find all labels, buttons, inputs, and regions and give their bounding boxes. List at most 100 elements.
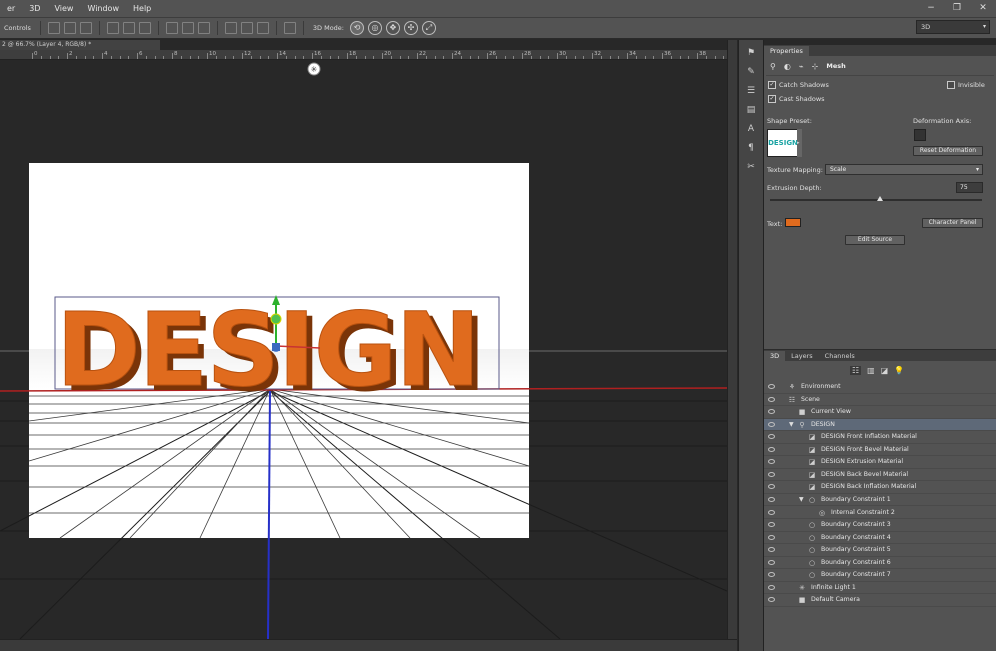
scene-tree-row[interactable]: ◪ DESIGN Extrusion Material: [764, 456, 996, 469]
workspace-select[interactable]: 3D ▾: [916, 20, 990, 34]
catch-shadows-checkbox[interactable]: ✓: [768, 81, 776, 89]
distribute-top-icon[interactable]: [165, 22, 178, 34]
character-panel-button[interactable]: Character Panel: [922, 218, 983, 228]
invisible-checkbox[interactable]: [947, 81, 955, 89]
cap-icon[interactable]: ⌁: [799, 62, 804, 71]
shape-preset-thumbnail[interactable]: DESIGN: [767, 129, 799, 157]
visibility-eye-icon[interactable]: [768, 471, 775, 477]
visibility-eye-icon[interactable]: [768, 421, 775, 427]
texture-mapping-select[interactable]: Scale ▾: [825, 164, 983, 175]
minimize-button[interactable]: −: [918, 0, 944, 17]
brush-preset-icon[interactable]: ✎: [744, 66, 758, 78]
visibility-eye-icon[interactable]: [768, 597, 775, 603]
tab-3d[interactable]: 3D: [764, 351, 786, 361]
slider-handle[interactable]: [877, 196, 883, 201]
align-left-icon[interactable]: [106, 22, 119, 34]
align-top-icon[interactable]: [47, 22, 60, 34]
visibility-eye-icon[interactable]: [768, 559, 775, 565]
scene-tree-row[interactable]: ◪ DESIGN Back Bevel Material: [764, 469, 996, 482]
character-icon[interactable]: A: [744, 123, 758, 135]
mesh-icon[interactable]: ⚲: [770, 62, 776, 71]
adjustments-icon[interactable]: ☰: [744, 85, 758, 97]
close-button[interactable]: ✕: [970, 0, 996, 17]
tab-properties[interactable]: Properties: [764, 46, 809, 56]
scene-tree-row[interactable]: ▼ ○ Boundary Constraint 1: [764, 494, 996, 507]
scene-tree-row[interactable]: ◎ Internal Constraint 2: [764, 507, 996, 519]
distribute-left-icon[interactable]: [224, 22, 237, 34]
auto-align-icon[interactable]: [283, 22, 296, 34]
menu-help[interactable]: Help: [126, 4, 158, 13]
visibility-eye-icon[interactable]: [768, 572, 775, 578]
align-vcenter-icon[interactable]: [63, 22, 76, 34]
scene-tree-row[interactable]: ○ Boundary Constraint 3: [764, 519, 996, 532]
deformation-axis-grid-icon[interactable]: [914, 129, 926, 141]
scene-tree-row[interactable]: ☷ Scene: [764, 394, 996, 407]
canvas-area[interactable]: DESIGN DESIGN ✳: [0, 61, 727, 639]
scene-tree-row[interactable]: ○ Boundary Constraint 6: [764, 557, 996, 570]
paragraph-icon[interactable]: ¶: [744, 142, 758, 154]
distribute-vcenter-icon[interactable]: [181, 22, 194, 34]
scene-tree-row[interactable]: ◪ DESIGN Back Inflation Material: [764, 481, 996, 494]
visibility-eye-icon[interactable]: [768, 484, 775, 490]
3d-viewport[interactable]: DESIGN DESIGN ✳: [0, 61, 727, 639]
cast-shadows-checkbox[interactable]: ✓: [768, 95, 776, 103]
visibility-eye-icon[interactable]: [768, 434, 775, 440]
scene-tree-row[interactable]: ■ Current View: [764, 406, 996, 419]
3d-panel-icon[interactable]: ⚑: [744, 47, 758, 59]
cast-shadows-row[interactable]: ✓ Cast Shadows: [768, 95, 825, 103]
visibility-eye-icon[interactable]: [768, 396, 775, 402]
menu-view[interactable]: View: [47, 4, 80, 13]
visibility-eye-icon[interactable]: [768, 446, 775, 452]
menu-type[interactable]: er: [0, 4, 22, 13]
align-right-icon[interactable]: [138, 22, 151, 34]
deform-icon[interactable]: ◐: [784, 62, 791, 71]
menu-3d[interactable]: 3D: [22, 4, 47, 13]
scene-tree-row[interactable]: ◪ DESIGN Front Bevel Material: [764, 444, 996, 457]
align-bottom-icon[interactable]: [79, 22, 92, 34]
expand-toggle-icon[interactable]: ▼: [799, 494, 804, 506]
scene-tree-row[interactable]: ○ Boundary Constraint 7: [764, 569, 996, 582]
drag-icon[interactable]: ✥: [386, 21, 400, 35]
edit-source-button[interactable]: Edit Source: [845, 235, 905, 245]
distribute-hcenter-icon[interactable]: [240, 22, 253, 34]
scene-tree-row[interactable]: ▼ ⚲ DESIGN: [764, 418, 996, 432]
tools-icon[interactable]: ✂: [744, 161, 758, 173]
scale-icon[interactable]: ⤢: [422, 21, 436, 35]
distribute-bottom-icon[interactable]: [197, 22, 210, 34]
scene-tree-row[interactable]: ⚘ Environment: [764, 381, 996, 394]
distribute-right-icon[interactable]: [256, 22, 269, 34]
horizontal-scrollbar[interactable]: [0, 639, 737, 651]
visibility-eye-icon[interactable]: [768, 509, 775, 515]
slide-icon[interactable]: ✣: [404, 21, 418, 35]
extrusion-depth-slider[interactable]: [770, 199, 982, 201]
visibility-eye-icon[interactable]: [768, 409, 775, 415]
scene-tree-row[interactable]: ○ Boundary Constraint 5: [764, 544, 996, 557]
visibility-eye-icon[interactable]: [768, 384, 775, 389]
scene-tree-row[interactable]: ◪ DESIGN Front Inflation Material: [764, 431, 996, 444]
materials-filter-icon[interactable]: ◪: [881, 366, 889, 375]
visibility-eye-icon[interactable]: [768, 459, 775, 465]
catch-shadows-row[interactable]: ✓ Catch Shadows: [768, 81, 829, 89]
whole-scene-icon[interactable]: ☷: [850, 366, 862, 375]
visibility-eye-icon[interactable]: [768, 522, 775, 528]
roll-icon[interactable]: ◎: [368, 21, 382, 35]
scene-tree-row[interactable]: ✳ Infinite Light 1: [764, 582, 996, 595]
visibility-eye-icon[interactable]: [768, 547, 775, 553]
meshes-filter-icon[interactable]: ▥: [867, 366, 875, 375]
visibility-eye-icon[interactable]: [768, 496, 775, 502]
scene-tree-row[interactable]: ■ Default Camera: [764, 594, 996, 607]
invisible-row[interactable]: Invisible: [947, 81, 985, 89]
extrusion-depth-input[interactable]: 75: [956, 182, 983, 193]
visibility-eye-icon[interactable]: [768, 534, 775, 540]
lights-filter-icon[interactable]: 💡: [894, 366, 904, 375]
scene-tree-row[interactable]: ○ Boundary Constraint 4: [764, 532, 996, 545]
text-color-swatch[interactable]: [785, 218, 801, 227]
reset-deformation-button[interactable]: Reset Deformation: [913, 146, 983, 156]
preset-dropdown-arrow[interactable]: ▸: [797, 129, 802, 157]
coordinates-icon[interactable]: ⊹: [812, 62, 819, 71]
align-hcenter-icon[interactable]: [122, 22, 135, 34]
expand-toggle-icon[interactable]: ▼: [789, 419, 794, 431]
visibility-eye-icon[interactable]: [768, 584, 775, 590]
document-tab[interactable]: 2 @ 66.7% (Layer 4, RGB/8) *: [0, 40, 160, 50]
menu-window[interactable]: Window: [80, 4, 126, 13]
